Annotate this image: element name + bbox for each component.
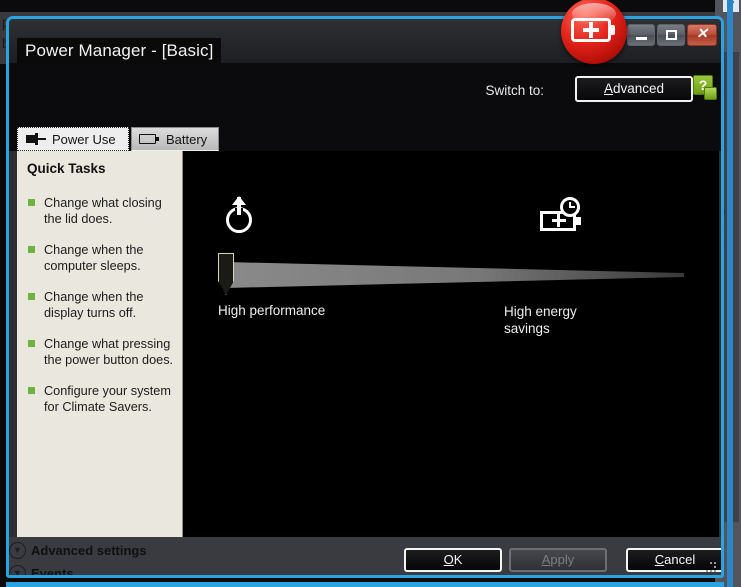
power-plan-slider[interactable] [218,253,686,295]
battery-icon [138,133,160,145]
bullet-icon [28,246,35,253]
quick-task-sleep[interactable]: Change when the computer sleeps. [27,242,175,274]
window-bottom-accent [6,582,724,587]
ok-button[interactable]: OK [404,548,502,572]
tab-battery-label: Battery [166,131,208,147]
apply-rest: pply [550,552,575,567]
power-performance-icon [222,196,258,235]
quick-task-label: Change what closing the lid does. [44,196,162,226]
chevron-down-icon: ▼ [9,542,26,559]
ok-rest: K [453,552,463,567]
tab-power-use-label: Power Use [52,131,116,147]
resize-grip[interactable] [704,562,716,574]
tab-power-use[interactable]: Power Use [17,127,129,151]
content-area: Quick Tasks Change what closing the lid … [17,151,719,537]
advanced-button-rest: dvanced [612,81,665,96]
advanced-button-accel: A [603,81,613,96]
maximize-icon [666,30,677,40]
help-icon[interactable]: ? [693,75,719,101]
power-manager-window: Power Manager - [Basic] ✕ Switch to: Adv… [6,16,724,578]
quick-task-display[interactable]: Change when the display turns off. [27,289,175,321]
switch-mode-bar: Switch to: Advanced ? [9,63,721,127]
quick-tasks-sidebar: Quick Tasks Change what closing the lid … [17,151,183,537]
quick-task-label: Change what pressing the power button do… [44,337,174,367]
minimize-icon [636,37,647,40]
switch-to-advanced-button[interactable]: Advanced [575,76,693,102]
tab-bar: Power Use Battery [9,127,721,151]
slider-label-high-performance: High performance [218,303,326,318]
battery-clock-savings-icon [540,197,584,235]
expander-events-label: Events [31,566,74,578]
minimize-button[interactable] [627,24,655,46]
battery-alert-badge-icon[interactable] [561,0,627,64]
background-window-edge [727,0,733,587]
window-title: Power Manager - [Basic] [17,38,222,64]
bullet-icon [28,387,35,394]
close-button[interactable]: ✕ [687,24,717,46]
quick-task-lid[interactable]: Change what closing the lid does. [27,195,175,227]
apply-button: Apply [509,548,607,572]
slider-thumb[interactable] [218,253,234,295]
maximize-button[interactable] [657,24,685,46]
expander-events[interactable]: ▼ Events [9,565,74,578]
quick-task-power-button[interactable]: Change what pressing the power button do… [27,336,175,368]
tab-battery[interactable]: Battery [131,127,219,151]
screen: p computer with Windows Vista since I jo… [0,0,741,587]
plug-icon [24,133,46,145]
power-plan-panel: High performance High energy savings [184,151,719,537]
cancel-rest: ancel [664,552,696,567]
switch-to-label: Switch to: [485,83,544,98]
bullet-icon [28,293,35,300]
bullet-icon [28,340,35,347]
close-icon: ✕ [696,27,708,42]
quick-task-climate-savers[interactable]: Configure your system for Climate Savers… [27,383,175,415]
chevron-down-icon: ▼ [9,565,26,575]
ok-accel: O [443,552,454,567]
cancel-accel: C [654,552,665,567]
slider-label-high-energy-savings: High energy savings [504,304,577,336]
dialog-footer: ▼ Advanced settings ▼ Events OK Apply Ca… [9,537,721,578]
quick-task-label: Configure your system for Climate Savers… [44,384,171,414]
slider-track [226,262,684,288]
quick-tasks-heading: Quick Tasks [27,161,106,176]
bullet-icon [28,199,35,206]
help-badge-glyph [704,87,717,100]
quick-tasks-list: Change what closing the lid does. Change… [27,195,175,430]
quick-task-label: Change when the display turns off. [44,290,144,320]
quick-task-label: Change when the computer sleeps. [44,243,144,273]
expander-advanced-settings-label: Advanced settings [31,543,147,558]
expander-advanced-settings[interactable]: ▼ Advanced settings [9,542,147,559]
